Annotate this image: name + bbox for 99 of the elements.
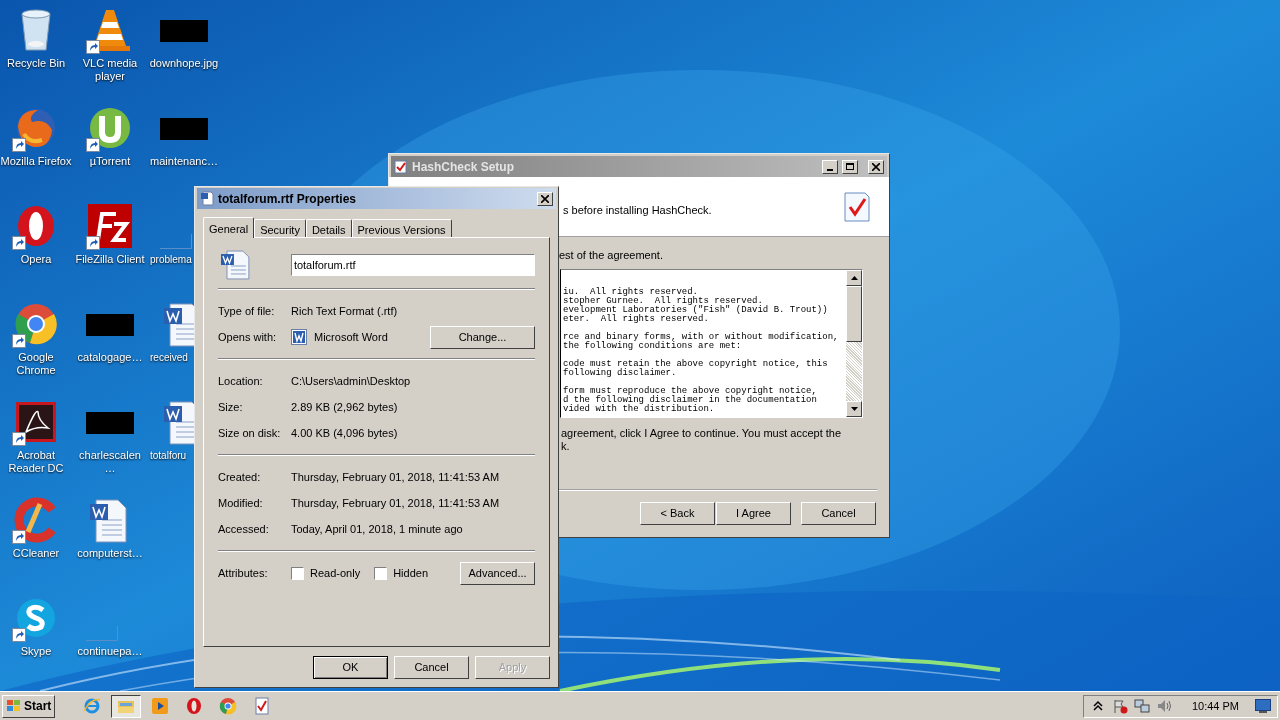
desktop-icon-label[interactable]: µTorrent	[89, 155, 131, 168]
checkbox-label: Read-only	[310, 565, 361, 581]
property-label: Accessed:	[218, 521, 270, 537]
desktop-icon-label[interactable]: downhope.jpg	[149, 57, 219, 70]
property-value: Rich Text Format (.rtf)	[291, 303, 398, 319]
property-label: Modified:	[218, 495, 264, 511]
checkbox[interactable]	[291, 566, 304, 580]
change-button[interactable]: Change...	[430, 325, 535, 349]
header-text: s before installing HashCheck.	[563, 203, 712, 219]
license-line: the following conditions are met:	[563, 342, 743, 351]
wizard-button[interactable]: < Back	[640, 502, 715, 525]
checklist-icon	[843, 190, 871, 223]
desktop-icon-label[interactable]: charlescalen…	[74, 449, 146, 475]
checkbox-label: Hidden	[393, 565, 428, 581]
license-line: eter. All rights reserved.	[563, 315, 709, 324]
desktop-icon-label[interactable]: received	[147, 351, 188, 364]
file-name-field[interactable]: totalforum.rtf	[290, 254, 535, 276]
dialog-button[interactable]: Cancel	[394, 656, 469, 679]
desktop-icon-label[interactable]: problema	[147, 253, 192, 266]
media-player-icon	[151, 697, 170, 715]
license-line: code must retain the above copyright notice, this	[563, 360, 829, 369]
tab[interactable]: General	[203, 217, 255, 238]
scroll-down-button[interactable]	[846, 401, 862, 417]
window-title: HashCheck Setup	[412, 158, 515, 176]
desktop-icon-label[interactable]: Recycle Bin	[6, 57, 66, 70]
desktop-icon-label[interactable]: FileZilla Client	[75, 253, 145, 266]
scroll-thumb[interactable]	[846, 286, 862, 342]
checklist-icon	[394, 159, 408, 174]
instruction-text: est of the agreement.	[559, 249, 664, 262]
footer-text: agreement, click I Agree to continue. You must accept the	[561, 427, 843, 440]
license-line: following disclaimer.	[563, 369, 678, 378]
advanced-button[interactable]: Advanced...	[460, 561, 535, 585]
checkbox[interactable]	[374, 566, 388, 580]
property-value: C:\Users\admin\Desktop	[291, 373, 411, 389]
taskbar-button[interactable]	[111, 694, 142, 718]
property-value: 2.89 KB (2,962 bytes)	[291, 399, 398, 415]
license-line: stopher Gurnee. All rights reserved.	[563, 297, 763, 306]
checklist-icon	[253, 697, 272, 715]
minimize-button[interactable]	[822, 159, 838, 174]
property-label: Size on disk:	[218, 425, 282, 441]
flag-icon[interactable]	[1111, 698, 1128, 714]
caret-up-icon	[850, 276, 858, 280]
desktop-icon-label[interactable]: Opera	[20, 253, 52, 266]
desktop-icon-label[interactable]: computerst…	[77, 547, 143, 560]
wizard-button[interactable]: I Agree	[716, 502, 791, 525]
chrome-icon	[219, 697, 238, 715]
document-icon	[200, 191, 214, 206]
close-button[interactable]	[537, 191, 553, 206]
property-value: Thursday, February 01, 2018, 11:41:53 AM	[291, 469, 500, 485]
network-icon[interactable]	[1133, 698, 1150, 714]
property-label: Size:	[218, 399, 244, 415]
property-label: Opens with:	[218, 329, 278, 345]
license-line: iu. All rights reserved.	[563, 288, 699, 297]
close-button[interactable]	[868, 159, 884, 174]
desktop-icon-label[interactable]: Google Chrome	[0, 351, 72, 377]
desktop-icon-label[interactable]: Skype	[20, 645, 52, 658]
maximize-button[interactable]	[842, 159, 858, 174]
word-document-icon	[219, 250, 251, 280]
desktop-icon-label[interactable]: Mozilla Firefox	[0, 155, 72, 168]
tab[interactable]: Previous Versions	[351, 219, 452, 237]
property-value: 4.00 KB (4,096 bytes)	[291, 425, 398, 441]
desktop-icon-label[interactable]: CCleaner	[12, 547, 60, 560]
property-value: Thursday, February 01, 2018, 11:41:53 AM	[291, 495, 500, 511]
windows-logo-icon	[6, 699, 22, 713]
desktop-icon-label[interactable]: continuepa…	[77, 645, 143, 658]
license-line: form must reproduce the above copyright notice,	[563, 387, 818, 396]
close-icon	[872, 162, 880, 171]
desktop-icon-label[interactable]: VLC media player	[74, 57, 146, 83]
footer-text: k.	[561, 440, 571, 453]
property-label: Created:	[218, 469, 262, 485]
license-line: evelopment Laboratories ("Fish" (David B. Trout))	[563, 306, 829, 315]
desktop-icon-label[interactable]: maintenanc…	[150, 155, 218, 168]
caret-down-icon	[850, 407, 858, 411]
property-label: Attributes:	[218, 565, 269, 581]
license-line: d the following disclaimer in the documentation	[563, 396, 818, 405]
show-desktop-icon[interactable]	[1255, 699, 1271, 713]
wizard-button[interactable]: Cancel	[801, 502, 876, 525]
license-line: vided with the distribution.	[563, 405, 716, 414]
desktop-icon-label[interactable]: catalogage…	[77, 351, 143, 364]
clock[interactable]: 10:44 PM	[1191, 697, 1239, 715]
opera-icon	[185, 697, 204, 715]
tab[interactable]: Details	[305, 219, 352, 237]
desktop-icon-label[interactable]: Acrobat Reader DC	[0, 449, 72, 475]
speaker-icon[interactable]	[1155, 698, 1172, 714]
tab[interactable]: Security	[254, 219, 306, 237]
property-label: Location:	[218, 373, 264, 389]
window-title: totalforum.rtf Properties	[218, 190, 356, 208]
property-value: Today, April 01, 2018, 1 minute ago	[291, 521, 463, 537]
start-button[interactable]: Start	[2, 694, 56, 718]
scroll-up-button[interactable]	[846, 270, 862, 286]
scrollbar[interactable]	[846, 270, 862, 417]
word-app-icon	[291, 329, 307, 345]
dialog-button[interactable]: OK	[313, 656, 388, 679]
internet-explorer-icon	[83, 697, 102, 715]
property-value: Microsoft Word	[314, 329, 388, 345]
license-line: rce and binary forms, with or without modification,	[563, 333, 840, 342]
desktop-icon-label[interactable]: totalforu	[147, 449, 187, 462]
close-icon	[541, 194, 549, 203]
property-label: Type of file:	[218, 303, 276, 319]
